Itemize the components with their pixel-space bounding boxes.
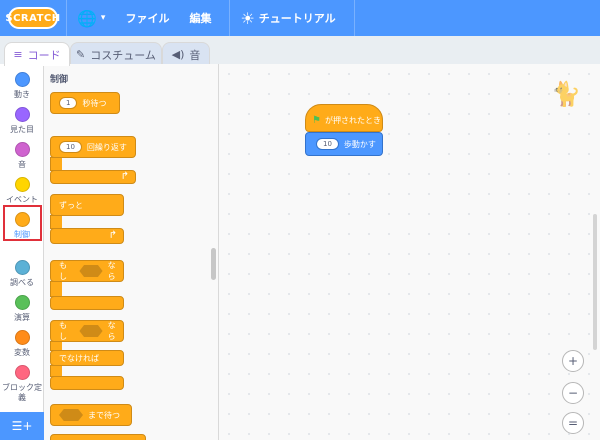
- zoom-reset-button[interactable]: =: [562, 412, 584, 434]
- block-forever[interactable]: ずっと: [50, 194, 124, 216]
- block-if[interactable]: もし なら: [50, 260, 124, 282]
- menu-bar: SCRATCH 🌐 ▾ ファイル 編集 ☀ チュートリアル: [0, 0, 600, 36]
- block-label: もし: [59, 261, 67, 281]
- tab-costumes-label: コスチューム: [90, 48, 156, 62]
- file-menu[interactable]: ファイル: [115, 0, 179, 36]
- category-bar: 動き 見た目 音 イベント 制御 調べる 演算 変数 ブロック定義: [0, 64, 44, 440]
- editor-tabs: ≡ コード ✎ コスチューム ◀) 音: [0, 36, 600, 66]
- chevron-down-icon: ▾: [100, 13, 106, 23]
- category-dot: [14, 295, 30, 310]
- category-label: 音: [18, 160, 26, 169]
- condition-slot[interactable]: [79, 325, 103, 337]
- scratch-logo[interactable]: SCRATCH: [5, 7, 60, 29]
- block-if-arm: [50, 281, 62, 297]
- category-dot: [14, 177, 30, 192]
- edit-menu[interactable]: 編集: [179, 0, 221, 36]
- zoom-in-button[interactable]: +: [562, 350, 584, 372]
- loop-arrow-icon: ↱: [108, 230, 117, 241]
- category-dot: [14, 142, 30, 157]
- category-dot: [14, 330, 30, 345]
- palette-scrollbar[interactable]: [211, 248, 216, 280]
- code-icon: ≡: [13, 48, 23, 61]
- category-dot: [14, 72, 30, 87]
- block-forever-bottom: ↱: [50, 228, 124, 244]
- speaker-icon: ◀): [171, 48, 185, 61]
- category-my-blocks[interactable]: ブロック定義: [0, 359, 44, 409]
- block-partial[interactable]: [50, 434, 146, 440]
- block-label: 秒待つ: [82, 98, 107, 108]
- globe-icon: 🌐: [77, 8, 97, 28]
- block-repeat-arm: [50, 157, 62, 171]
- block-if-else[interactable]: もし なら: [50, 320, 124, 342]
- category-dot: [14, 365, 30, 380]
- category-label: 動き: [14, 90, 30, 99]
- block-else-row: でなければ: [50, 350, 124, 366]
- category-label: 調べる: [10, 278, 34, 287]
- block-label: でなければ: [59, 353, 99, 363]
- add-extension-icon: ☰+: [11, 419, 33, 433]
- tab-costumes[interactable]: ✎ コスチューム: [70, 42, 162, 66]
- block-label: ずっと: [59, 200, 83, 210]
- code-area[interactable]: ⚑ が押されたとき 10 歩動かす 🐈 + − =: [219, 64, 600, 440]
- add-extension-button[interactable]: ☰+: [0, 412, 44, 440]
- palette-section-title: 制御: [50, 75, 69, 85]
- when-flag-clicked-block[interactable]: ⚑ が押されたとき: [305, 104, 383, 132]
- selection-highlight-box: [3, 205, 42, 241]
- loop-arrow-icon: ↱: [120, 171, 129, 182]
- block-if-else-bottom: [50, 376, 124, 390]
- category-dot: [14, 107, 30, 122]
- tutorial-label: チュートリアル: [258, 12, 336, 25]
- menu-divider: [353, 0, 355, 36]
- green-flag-icon: ⚑: [312, 114, 321, 126]
- language-menu[interactable]: 🌐 ▾: [67, 0, 115, 36]
- block-label: が押されたとき: [324, 115, 381, 125]
- condition-slot[interactable]: [79, 265, 103, 277]
- block-wait-until[interactable]: まで待つ: [50, 404, 132, 426]
- repeat-count-input[interactable]: 10: [59, 141, 82, 153]
- category-label: 変数: [14, 348, 30, 357]
- lightbulb-icon: ☀: [240, 8, 255, 28]
- block-palette: 制御 1 秒待つ 10 回繰り返す ↱ ずっと ↱ もし なら もし なら でな…: [44, 64, 219, 440]
- brush-icon: ✎: [76, 48, 86, 61]
- category-label: イベント: [6, 195, 38, 204]
- zoom-out-icon: −: [567, 386, 579, 400]
- block-label: なら: [107, 321, 116, 341]
- tutorial-menu[interactable]: ☀ チュートリアル: [230, 0, 345, 36]
- steps-input[interactable]: 10: [316, 138, 339, 150]
- code-area-scrollbar[interactable]: [593, 214, 597, 350]
- sprite-cat-icon: 🐈: [551, 80, 581, 108]
- block-repeat-bottom: ↱: [50, 170, 136, 184]
- tab-code[interactable]: ≡ コード: [4, 42, 70, 66]
- move-steps-block[interactable]: 10 歩動かす: [305, 132, 383, 156]
- block-forever-arm: [50, 215, 62, 229]
- block-label: 回繰り返す: [86, 142, 127, 152]
- block-if-bottom: [50, 296, 124, 310]
- block-label: 歩動かす: [343, 139, 376, 149]
- block-repeat[interactable]: 10 回繰り返す: [50, 136, 136, 158]
- category-label: ブロック定義: [2, 383, 42, 402]
- zoom-in-icon: +: [567, 354, 579, 368]
- block-label: なら: [107, 261, 116, 281]
- wait-seconds-input[interactable]: 1: [59, 97, 78, 109]
- category-label: 演算: [14, 313, 30, 322]
- block-label: まで待つ: [88, 410, 120, 420]
- zoom-reset-icon: =: [567, 416, 579, 430]
- condition-slot[interactable]: [59, 409, 83, 421]
- tab-sounds[interactable]: ◀) 音: [162, 42, 210, 66]
- zoom-out-button[interactable]: −: [562, 382, 584, 404]
- tab-code-label: コード: [27, 48, 61, 62]
- block-label: もし: [59, 321, 67, 341]
- category-label: 見た目: [10, 125, 34, 134]
- tab-sounds-label: 音: [189, 48, 201, 62]
- block-wait[interactable]: 1 秒待つ: [50, 92, 120, 114]
- category-dot: [14, 260, 30, 275]
